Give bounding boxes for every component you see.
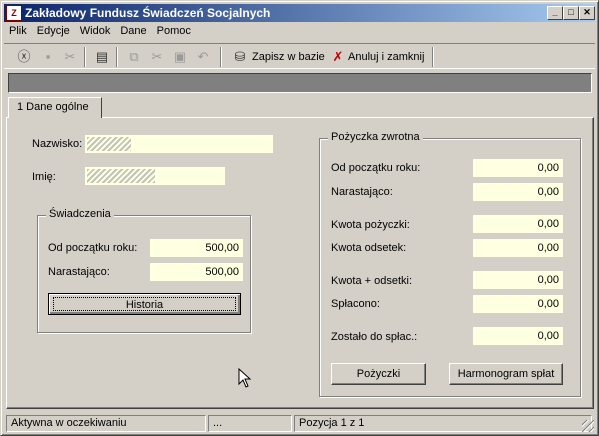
menu-widok[interactable]: Widok [75, 23, 116, 37]
menu-dane[interactable]: Dane [115, 23, 151, 37]
toolbar-separator [432, 47, 434, 67]
close-x-icon[interactable]: ⓧ [14, 47, 34, 67]
status-bar: Aktywna w oczekiwaniu ... Pozycja 1 z 1 [4, 413, 595, 433]
pozyczka-narastajaco-label: Narastająco: [331, 186, 393, 198]
historia-button-label: Historia [53, 297, 236, 311]
app-window: Z Zakładowy Fundusz Świadczeń Socjalnych… [0, 0, 599, 436]
info-bar [8, 73, 592, 93]
redacted-text [87, 137, 131, 151]
undo-icon[interactable]: ↶ [193, 47, 213, 67]
zostalo-field[interactable]: 0,00 [473, 327, 563, 345]
menu-edycje[interactable]: Edycje [32, 23, 75, 37]
swiadczenia-od-poczatku-label: Od początku roku: [48, 242, 138, 254]
swiadczenia-od-poczatku-field[interactable]: 500,00 [150, 239, 243, 257]
cancel-icon: ✗ [332, 49, 344, 64]
imie-field[interactable] [85, 167, 225, 185]
tab-dane-ogolne[interactable]: 1 Dane ogólne [8, 97, 102, 118]
swiadczenia-title: Świadczenia [46, 208, 114, 220]
window-title: Zakładowy Fundusz Świadczeń Socjalnych [25, 6, 271, 20]
kwota-odsetek-field[interactable]: 0,00 [473, 239, 563, 257]
toolbar-separator [84, 47, 86, 67]
nazwisko-field[interactable] [85, 135, 273, 153]
cut-icon[interactable]: ✂ [147, 47, 167, 67]
status-position: Pozycja 1 z 1 [294, 415, 592, 432]
menu-plik[interactable]: Plik [4, 23, 32, 37]
close-button[interactable]: ✕ [579, 6, 595, 20]
status-middle: ... [208, 415, 292, 432]
maximize-button[interactable]: □ [563, 6, 579, 20]
pozyczki-button[interactable]: Pożyczki [331, 363, 426, 385]
menu-pomoc[interactable]: Pomoc [152, 23, 196, 37]
redacted-text [87, 169, 155, 183]
cancel-and-close-button[interactable]: Anuluj i zamknij [348, 47, 424, 67]
nazwisko-label: Nazwisko: [32, 138, 83, 150]
pozyczka-narastajaco-field[interactable]: 0,00 [473, 183, 563, 201]
save-to-db-button[interactable]: Zapisz w bazie [252, 47, 325, 67]
historia-button[interactable]: Historia [48, 293, 241, 315]
kwota-plus-odsetki-label: Kwota + odsetki: [331, 275, 413, 287]
properties-icon[interactable]: ▤ [92, 47, 112, 67]
pozyczka-title: Pożyczka zwrotna [328, 131, 423, 143]
kwota-pozyczki-field[interactable]: 0,00 [473, 215, 563, 233]
status-state: Aktywna w oczekiwaniu [6, 415, 206, 432]
mouse-cursor-icon [238, 368, 252, 388]
app-icon[interactable]: Z [6, 5, 22, 21]
swiadczenia-narastajaco-label: Narastająco: [48, 266, 110, 278]
delete-icon[interactable]: ✂ [60, 47, 80, 67]
paste-icon[interactable]: ▣ [170, 47, 190, 67]
kwota-odsetek-label: Kwota odsetek: [331, 242, 407, 254]
kwota-pozyczki-label: Kwota pożyczki: [331, 219, 410, 231]
save-db-icon: ⛁ [234, 49, 246, 64]
resize-grip-icon[interactable] [582, 420, 594, 432]
save-disk-icon[interactable]: ▪ [38, 47, 58, 67]
pozyczka-od-poczatku-label: Od początku roku: [331, 162, 421, 174]
kwota-plus-odsetki-field[interactable]: 0,00 [473, 271, 563, 289]
swiadczenia-narastajaco-field[interactable]: 500,00 [150, 263, 243, 281]
copy-icon[interactable]: ⧉ [124, 47, 144, 67]
zostalo-label: Zostało do spłac.: [331, 331, 418, 343]
toolbar-separator [116, 47, 118, 67]
splacono-field[interactable]: 0,00 [473, 295, 563, 313]
toolbar: ⓧ ▪ ✂ ▤ ⧉ ✂ ▣ ↶ ⛁ Zapisz w bazie ✗ Anulu… [4, 43, 595, 69]
splacono-label: Spłacono: [331, 298, 380, 310]
title-bar[interactable]: Z Zakładowy Fundusz Świadczeń Socjalnych… [4, 4, 595, 22]
harmonogram-button[interactable]: Harmonogram spłat [449, 363, 563, 385]
minimize-button[interactable]: _ [547, 6, 563, 20]
toolbar-separator [220, 47, 222, 67]
pozyczka-od-poczatku-field[interactable]: 0,00 [473, 159, 563, 177]
menu-bar: Plik Edycje Widok Dane Pomoc [4, 23, 595, 41]
imie-label: Imię: [32, 171, 56, 183]
